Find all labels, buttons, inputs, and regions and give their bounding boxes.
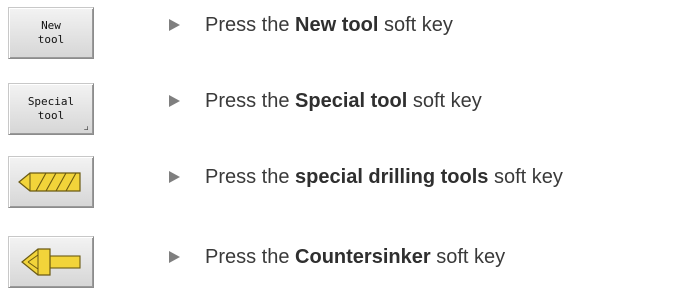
instruction-prefix: Press the xyxy=(205,166,296,188)
step-new-tool: New tool Press the New tool soft key xyxy=(0,4,675,66)
instruction-keyword: special drilling tools xyxy=(295,166,489,188)
instruction-text: Press the Special tool soft key xyxy=(205,89,482,113)
instruction-suffix: soft key xyxy=(488,166,563,188)
instruction-keyword: New tool xyxy=(295,14,379,36)
special-tool-softkey[interactable]: Special tool xyxy=(8,83,94,135)
instruction-prefix: Press the xyxy=(205,90,296,112)
step-countersinker: Press the Countersinker soft key xyxy=(0,236,675,298)
submenu-indicator-icon xyxy=(84,126,88,130)
drill-icon xyxy=(18,172,81,192)
instruction-prefix: Press the xyxy=(205,14,296,36)
special-drilling-tools-softkey[interactable] xyxy=(8,156,94,208)
countersinker-icon xyxy=(21,248,81,276)
softkey-label-line-1: New xyxy=(41,19,61,32)
instruction-suffix: soft key xyxy=(407,90,482,112)
instruction-suffix: soft key xyxy=(430,246,506,268)
instruction-text: Press the New tool soft key xyxy=(205,13,453,37)
instruction-suffix: soft key xyxy=(378,14,453,36)
softkey-label-line-2: tool xyxy=(37,109,65,122)
softkey-label-line-1: Special xyxy=(27,95,75,108)
instruction-text: Press the special drilling tools soft ke… xyxy=(205,165,563,189)
instruction-keyword: Countersinker xyxy=(295,246,431,268)
bullet-arrow-icon xyxy=(169,19,180,31)
instruction-text: Press the Countersinker soft key xyxy=(205,245,505,269)
bullet-arrow-icon xyxy=(169,95,180,107)
softkey-label-line-2: tool xyxy=(37,33,65,46)
bullet-arrow-icon xyxy=(169,251,180,263)
instruction-keyword: Special tool xyxy=(295,90,408,112)
instruction-prefix: Press the xyxy=(205,246,296,268)
step-special-tool: Special tool Press the Special tool soft… xyxy=(0,80,675,142)
step-special-drilling-tools: Press the special drilling tools soft ke… xyxy=(0,156,675,218)
bullet-arrow-icon xyxy=(169,171,180,183)
countersinker-softkey[interactable] xyxy=(8,236,94,288)
new-tool-softkey[interactable]: New tool xyxy=(8,7,94,59)
